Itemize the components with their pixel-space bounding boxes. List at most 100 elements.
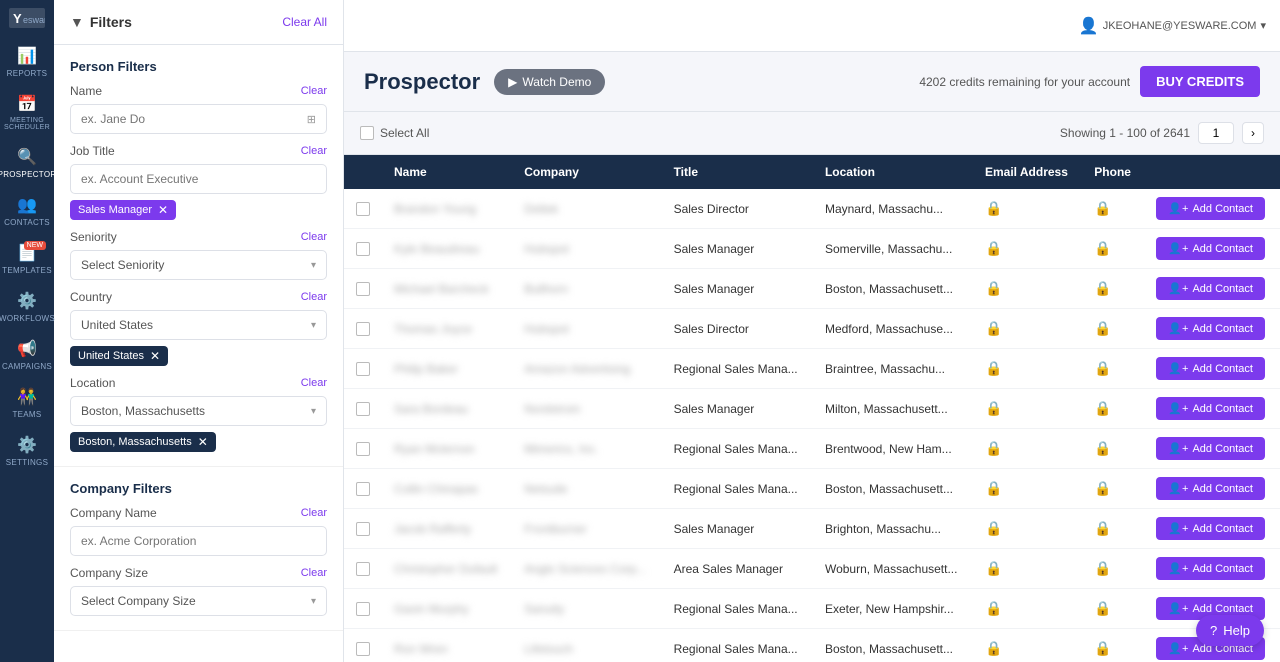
buy-credits-button[interactable]: BUY CREDITS xyxy=(1140,66,1260,97)
next-page-button[interactable]: › xyxy=(1242,122,1264,144)
row-checkbox[interactable] xyxy=(356,642,370,656)
add-contact-button[interactable]: 👤+ Add Contact xyxy=(1156,557,1265,580)
row-checkbox[interactable] xyxy=(356,402,370,416)
name-input[interactable] xyxy=(81,112,307,126)
help-button[interactable]: ? Help xyxy=(1196,615,1264,646)
job-title-tag-remove[interactable]: ✕ xyxy=(158,203,168,217)
email-lock-icon: 🔒 xyxy=(985,480,1002,496)
sidebar-item-teams[interactable]: 👫 TEAMS xyxy=(0,379,54,427)
sidebar-item-campaigns[interactable]: 📢 CAMPAIGNS xyxy=(0,331,54,379)
row-checkbox[interactable] xyxy=(356,602,370,616)
country-label: Country xyxy=(70,290,112,304)
add-contact-button[interactable]: 👤+ Add Contact xyxy=(1156,397,1265,420)
seniority-clear-button[interactable]: Clear xyxy=(301,231,327,243)
company-size-clear-button[interactable]: Clear xyxy=(301,567,327,579)
add-contact-button[interactable]: 👤+ Add Contact xyxy=(1156,357,1265,380)
add-contact-button[interactable]: 👤+ Add Contact xyxy=(1156,477,1265,500)
row-checkbox[interactable] xyxy=(356,322,370,336)
filters-heading: Filters xyxy=(90,14,132,30)
row-location: Braintree, Massachu... xyxy=(813,349,973,389)
location-chevron: ▾ xyxy=(311,406,316,417)
sidebar-item-workflows[interactable]: ⚙️ WORKFLOWS xyxy=(0,283,54,331)
seniority-select[interactable]: Select Seniority ▾ xyxy=(70,250,327,280)
row-phone: 🔒 xyxy=(1082,589,1144,629)
row-name: Sara Bordeau xyxy=(382,389,512,429)
row-action: 👤+ Add Contact xyxy=(1144,509,1280,549)
row-checkbox[interactable] xyxy=(356,562,370,576)
country-tag[interactable]: United States ✕ xyxy=(70,346,168,366)
table-header-email[interactable]: Email Address xyxy=(973,155,1082,189)
job-title-tag[interactable]: Sales Manager ✕ xyxy=(70,200,176,220)
sidebar-item-templates[interactable]: NEW 📄 TEMPLATES xyxy=(0,235,54,283)
row-checkbox-cell xyxy=(344,229,382,269)
job-title-input-wrapper xyxy=(70,164,327,194)
left-navigation: Y esware 📊 REPORTS 📅 MEETINGSCHEDULER 🔍 … xyxy=(0,0,54,662)
row-action: 👤+ Add Contact xyxy=(1144,309,1280,349)
page-number-input[interactable] xyxy=(1198,122,1234,144)
row-checkbox[interactable] xyxy=(356,242,370,256)
row-action: 👤+ Add Contact xyxy=(1144,469,1280,509)
user-avatar-icon: 👤 xyxy=(1079,16,1099,36)
clear-all-button[interactable]: Clear All xyxy=(282,15,327,29)
row-company: Hubspot xyxy=(512,229,661,269)
add-contact-label: Add Contact xyxy=(1192,403,1253,415)
add-contact-button[interactable]: 👤+ Add Contact xyxy=(1156,237,1265,260)
add-contact-button[interactable]: 👤+ Add Contact xyxy=(1156,197,1265,220)
row-location: Medford, Massachuse... xyxy=(813,309,973,349)
sidebar-item-meeting-scheduler[interactable]: 📅 MEETINGSCHEDULER xyxy=(0,86,54,139)
table-header-phone[interactable]: Phone xyxy=(1082,155,1144,189)
sidebar-item-reports[interactable]: 📊 REPORTS xyxy=(0,38,54,86)
company-name-input[interactable] xyxy=(81,534,316,548)
row-checkbox[interactable] xyxy=(356,202,370,216)
country-tag-remove[interactable]: ✕ xyxy=(150,349,160,363)
row-checkbox[interactable] xyxy=(356,482,370,496)
country-clear-button[interactable]: Clear xyxy=(301,291,327,303)
add-contact-icon: 👤+ xyxy=(1168,322,1188,335)
help-icon: ? xyxy=(1210,623,1217,638)
row-checkbox[interactable] xyxy=(356,442,370,456)
row-checkbox[interactable] xyxy=(356,282,370,296)
sidebar-item-contacts[interactable]: 👥 CONTACTS xyxy=(0,187,54,235)
table-header-title[interactable]: Title xyxy=(662,155,813,189)
row-name: Collin Chinapas xyxy=(382,469,512,509)
location-clear-button[interactable]: Clear xyxy=(301,377,327,389)
row-action: 👤+ Add Contact xyxy=(1144,349,1280,389)
table-header-name[interactable]: Name xyxy=(382,155,512,189)
job-title-input[interactable] xyxy=(81,172,316,186)
job-title-clear-button[interactable]: Clear xyxy=(301,145,327,157)
sidebar-item-prospector[interactable]: 🔍 PROSPECTOR xyxy=(0,139,54,187)
add-contact-label: Add Contact xyxy=(1192,323,1253,335)
add-contact-button[interactable]: 👤+ Add Contact xyxy=(1156,317,1265,340)
select-all-label[interactable]: Select All xyxy=(360,126,429,140)
table-header-location[interactable]: Location xyxy=(813,155,973,189)
location-tag[interactable]: Boston, Massachusetts ✕ xyxy=(70,432,216,452)
phone-lock-icon: 🔒 xyxy=(1094,280,1111,296)
add-contact-label: Add Contact xyxy=(1192,603,1253,615)
company-size-select[interactable]: Select Company Size ▾ xyxy=(70,586,327,616)
country-select[interactable]: United States ▾ xyxy=(70,310,327,340)
table-row: Sara Bordeau Nordstrom Sales Manager Mil… xyxy=(344,389,1280,429)
select-all-checkbox[interactable] xyxy=(360,126,374,140)
name-clear-button[interactable]: Clear xyxy=(301,85,327,97)
row-checkbox[interactable] xyxy=(356,362,370,376)
user-info-area[interactable]: 👤 JKEOHANE@YESWARE.COM ▾ xyxy=(1079,16,1266,36)
row-company: Hubspot xyxy=(512,309,661,349)
watch-demo-button[interactable]: ▶ Watch Demo xyxy=(494,69,605,95)
row-email: 🔒 xyxy=(973,469,1082,509)
location-tag-remove[interactable]: ✕ xyxy=(198,435,208,449)
add-contact-button[interactable]: 👤+ Add Contact xyxy=(1156,517,1265,540)
location-select[interactable]: Boston, Massachusetts ▾ xyxy=(70,396,327,426)
sidebar-item-settings[interactable]: ⚙️ SETTINGS xyxy=(0,427,54,475)
phone-lock-icon: 🔒 xyxy=(1094,240,1111,256)
row-location: Brighton, Massachu... xyxy=(813,509,973,549)
table-row: Ron Wren Lifetouch Regional Sales Mana..… xyxy=(344,629,1280,662)
row-company: Bullhorn xyxy=(512,269,661,309)
company-name-clear-button[interactable]: Clear xyxy=(301,507,327,519)
add-contact-button[interactable]: 👤+ Add Contact xyxy=(1156,437,1265,460)
row-title: Sales Manager xyxy=(662,389,813,429)
table-header-company[interactable]: Company xyxy=(512,155,661,189)
add-contact-button[interactable]: 👤+ Add Contact xyxy=(1156,277,1265,300)
row-checkbox[interactable] xyxy=(356,522,370,536)
credits-text: 4202 credits remaining for your account xyxy=(919,75,1130,89)
yesware-logo[interactable]: Y esware xyxy=(7,8,47,28)
